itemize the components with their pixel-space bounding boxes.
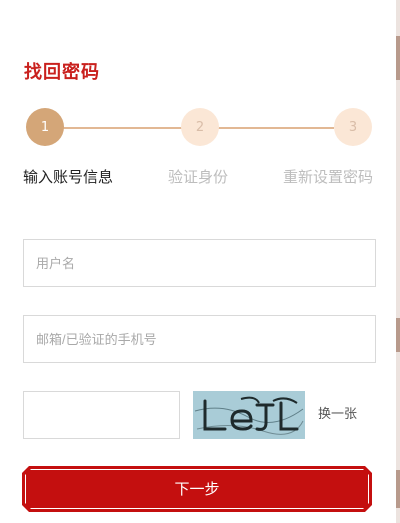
username-field [23, 239, 376, 287]
step-1-circle: 1 [26, 108, 64, 146]
captcha-field [23, 391, 180, 439]
step-progress: 1 2 3 [0, 108, 400, 148]
next-button[interactable]: 下一步 [25, 469, 369, 509]
step-connector [63, 127, 182, 129]
username-input[interactable] [24, 240, 375, 286]
captcha-graphic [194, 396, 304, 435]
step-2-label: 验证身份 [168, 168, 229, 186]
edge-segment [396, 470, 400, 508]
step-2-circle: 2 [181, 108, 219, 146]
next-button-frame: 下一步 [22, 466, 372, 512]
step-connector [218, 127, 334, 129]
captcha-image[interactable] [193, 391, 305, 439]
edge-segment [396, 318, 400, 352]
step-1-label: 输入账号信息 [23, 168, 114, 186]
page-title: 找回密码 [24, 62, 100, 83]
step-3-label: 重新设置密码 [283, 168, 374, 186]
captcha-refresh-link[interactable]: 换一张 [318, 405, 357, 425]
step-3-circle: 3 [334, 108, 372, 146]
captcha-input[interactable] [24, 392, 179, 438]
contact-input[interactable] [24, 316, 375, 362]
edge-segment [396, 36, 400, 80]
right-edge-strip [396, 0, 400, 523]
contact-field [23, 315, 376, 363]
